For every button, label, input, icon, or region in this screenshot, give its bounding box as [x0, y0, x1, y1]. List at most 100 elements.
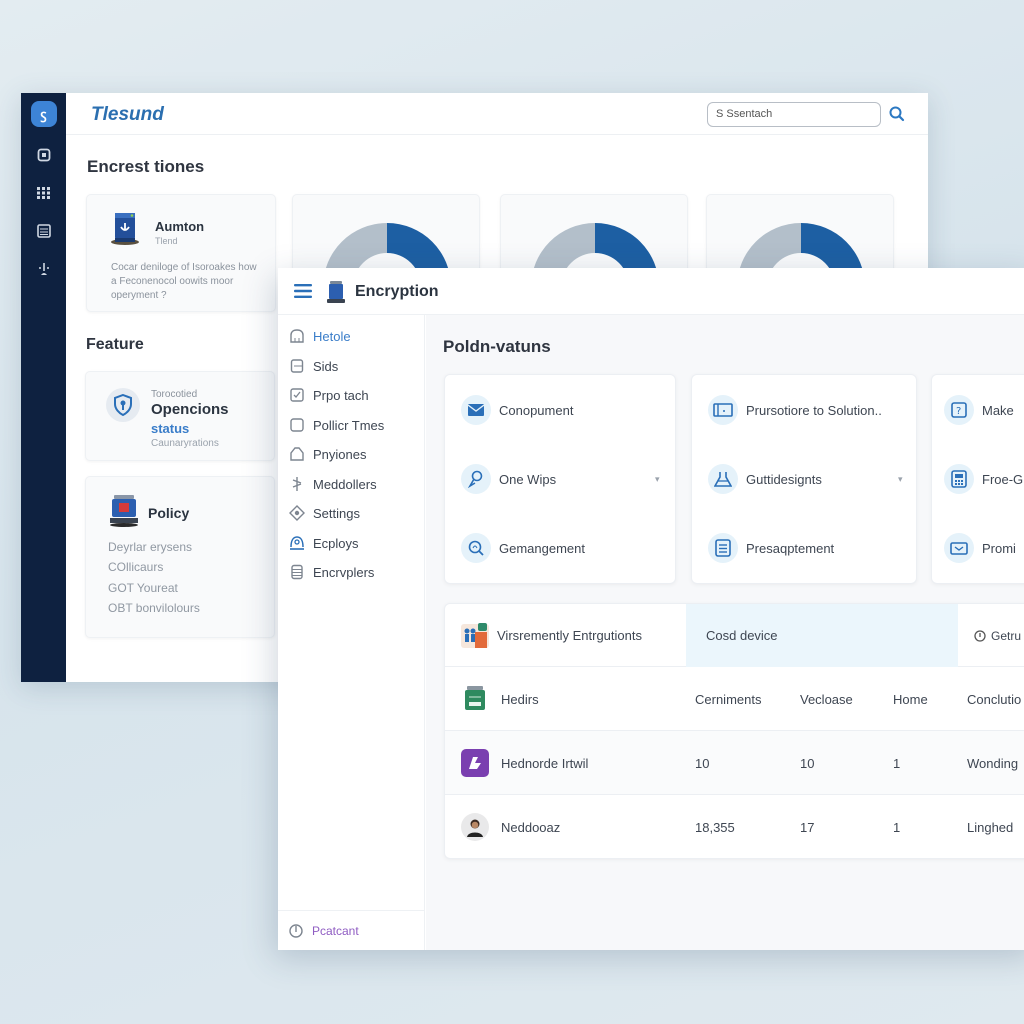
table-row[interactable]: Neddooaz 18,355 17 1 Linghed — [445, 795, 1024, 858]
nav-item-ecploys[interactable]: Ecploys — [288, 532, 359, 554]
option-item[interactable]: Promi — [944, 533, 1016, 563]
nav-footer-label: Pcatcant — [312, 923, 359, 938]
nav-label: Prpo tach — [313, 387, 369, 403]
chevron-down-icon[interactable]: ▾ — [898, 474, 903, 485]
nav-item-prpo-tach[interactable]: Prpo tach — [288, 384, 369, 406]
option-label: Presaqptement — [746, 540, 835, 556]
search-icon — [461, 533, 491, 563]
table-header-row: Hedirs Cerniments Vecloase Home Concluti… — [445, 667, 1024, 731]
nav-item-pollicr-tmes[interactable]: Pollicr Tmes — [288, 414, 384, 436]
search-icon[interactable] — [888, 105, 906, 123]
connector-icon — [288, 476, 305, 493]
square-icon[interactable] — [36, 147, 52, 163]
back-header: Tlesund S Ssentach — [66, 93, 928, 135]
option-item[interactable]: One Wips ▾ — [461, 464, 661, 494]
status-link[interactable]: status — [151, 421, 189, 436]
nav-item-meddollers[interactable]: Meddollers — [288, 473, 377, 495]
nav-item-home[interactable]: Hetole — [288, 325, 351, 347]
row-name: Hednorde Irtwil — [501, 755, 589, 771]
option-item[interactable]: Gemangement — [461, 533, 585, 563]
section-title: Encrest tiones — [87, 157, 205, 176]
nav-label: Ecploys — [313, 535, 359, 551]
square-icon — [288, 417, 305, 434]
home-icon — [288, 328, 305, 345]
chevron-down-icon[interactable]: ▾ — [655, 474, 660, 485]
column-header[interactable]: Hedirs — [501, 692, 539, 707]
grid-icon[interactable] — [36, 185, 52, 201]
svg-text:?: ? — [956, 406, 961, 417]
cell: 18,355 — [695, 819, 735, 835]
nav-item-pnyiones[interactable]: Pnyiones — [288, 443, 366, 465]
option-label: Conopument — [499, 402, 574, 418]
avatar — [461, 813, 489, 841]
shield-icon — [106, 388, 140, 422]
power-icon — [289, 923, 303, 938]
policy-line: Deyrlar erysens — [108, 540, 193, 554]
nav-item-settings[interactable]: Settings — [288, 502, 360, 524]
option-item[interactable]: Prursotiore to Solution.. — [708, 395, 882, 425]
nav-label: Encrvplers — [313, 564, 375, 580]
side-nav: Hetole Sids Prpo tach Pollicr Tmes Pnyio… — [278, 315, 425, 950]
option-label: One Wips — [499, 471, 557, 487]
policy-card[interactable]: Policy Deyrlar erysens COllicaurs GOT Yo… — [85, 476, 275, 638]
calendar-icon[interactable] — [36, 223, 52, 239]
column-header[interactable]: Vecloase — [800, 667, 853, 731]
option-card: Prursotiore to Solution.. Guttidesignts … — [691, 374, 917, 584]
automation-card[interactable]: Aumton Tlend Cocar deniloge of Isoroakes… — [86, 194, 276, 312]
option-item[interactable]: Presaqptement — [708, 533, 834, 563]
option-card: ? Make Froe-G Promi — [931, 374, 1024, 584]
option-item[interactable]: ? Make — [944, 395, 1014, 425]
avatar — [461, 749, 489, 777]
option-item[interactable]: Conopument — [461, 395, 573, 425]
cell: 10 — [695, 755, 710, 771]
monitor-icon — [110, 495, 138, 527]
nav-footer-item[interactable]: Pcatcant — [278, 910, 424, 950]
search-input[interactable]: S Ssentach — [707, 102, 881, 127]
front-window: Encryption Hetole Sids Prpo tach Pollicr… — [278, 268, 1024, 950]
front-header: Encryption — [278, 268, 1024, 315]
tab-getru[interactable]: Getru — [958, 604, 1024, 667]
column-header[interactable]: Cerniments — [695, 667, 761, 731]
option-item[interactable]: Froe-G — [944, 464, 1023, 494]
cell: Linghed — [967, 819, 1014, 835]
table-row[interactable]: Hednorde Irtwil 10 10 1 Wonding — [445, 731, 1024, 795]
plug-icon[interactable] — [36, 261, 52, 277]
option-label: Gemangement — [499, 540, 585, 556]
main-content: Poldn-vatuns Conopument One Wips ▾ Geman… — [426, 315, 1024, 950]
feature-card[interactable]: Torocotied Opencions status Caunaryratio… — [85, 371, 275, 461]
tab-label: Cosd device — [706, 628, 778, 643]
data-table: Virsremently Entrgutionts Cosd device Ge… — [444, 603, 1024, 859]
policy-line: OBT bonvilolours — [108, 601, 200, 615]
nav-item-sids[interactable]: Sids — [288, 355, 338, 377]
people-icon — [461, 622, 489, 648]
cell: Wonding — [967, 755, 1019, 771]
help-icon: ? — [944, 395, 974, 425]
hamburger-menu-icon[interactable] — [294, 284, 312, 298]
tab-label: Virsremently Entrgutionts — [497, 628, 642, 643]
cell: 1 — [893, 755, 901, 771]
nav-label: Hetole — [313, 328, 351, 344]
card-description: Cocar deniloge of Isoroakes how a Fecone… — [111, 262, 257, 301]
feature-title: Opencions — [151, 401, 229, 418]
column-header[interactable]: Home — [893, 667, 928, 731]
user-icon — [288, 535, 305, 552]
policy-title: Policy — [148, 505, 190, 521]
server-icon — [111, 213, 139, 245]
nav-label: Meddollers — [313, 476, 377, 492]
app-logo-icon[interactable]: ꚃ — [30, 101, 57, 127]
nav-item-encrvplers[interactable]: Encrvplers — [288, 561, 374, 583]
cell: 17 — [800, 819, 815, 835]
table-icon — [461, 685, 489, 713]
table-tabs: Virsremently Entrgutionts Cosd device Ge… — [445, 604, 1024, 667]
encryption-app-icon — [327, 281, 345, 303]
tab-cosd-device[interactable]: Cosd device — [686, 604, 958, 667]
tab-label: Getru — [991, 628, 1022, 643]
column-header[interactable]: Conclutio — [967, 667, 1021, 731]
nav-label: Pollicr Tmes — [313, 417, 385, 433]
option-item[interactable]: Guttidesignts ▾ — [708, 464, 903, 494]
database-icon — [288, 564, 305, 581]
tab-virsremently[interactable]: Virsremently Entrgutionts — [445, 604, 686, 667]
document-icon — [288, 358, 305, 375]
pin-icon — [461, 464, 491, 494]
calculator-icon — [944, 464, 974, 494]
